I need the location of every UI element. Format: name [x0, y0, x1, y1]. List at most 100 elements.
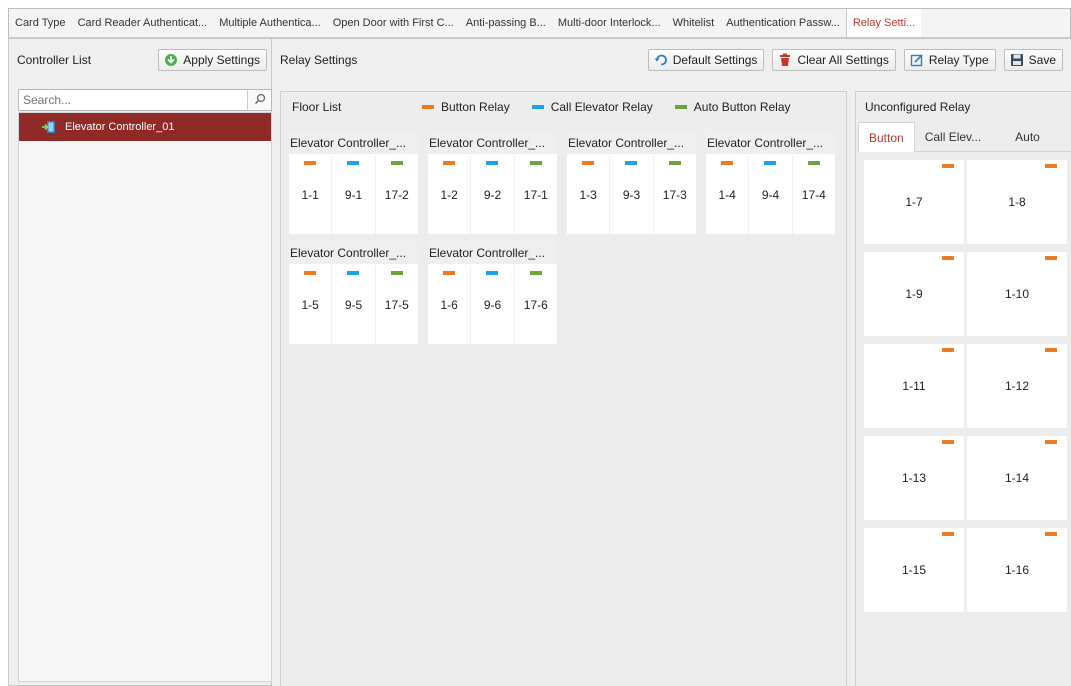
- unconfigured-relay-tile[interactable]: 1-13: [864, 436, 964, 520]
- relay-type-button[interactable]: Relay Type: [903, 49, 996, 71]
- floor-relay-cell[interactable]: 1-5: [289, 266, 333, 344]
- unconfigured-relay-tile[interactable]: 1-7: [864, 160, 964, 244]
- button-relay-marker: [942, 532, 954, 536]
- floor-card: Elevator Controller_... 1-6 9-6 17-6: [428, 242, 557, 344]
- button-relay-marker: [582, 161, 595, 165]
- unconfigured-relay-tile[interactable]: 1-10: [967, 252, 1067, 336]
- default-settings-button[interactable]: Default Settings: [647, 49, 765, 71]
- tab-call-elevator-relay[interactable]: Call Elev...: [915, 122, 991, 152]
- controller-list-header: Controller List Apply Settings: [9, 39, 271, 81]
- auto-button-relay-marker: [390, 271, 403, 275]
- floor-card-title: Elevator Controller_...: [428, 132, 557, 154]
- relay-tile-label: 1-13: [901, 471, 927, 485]
- floor-card: Elevator Controller_... 1-5 9-5 17-5: [289, 242, 418, 344]
- clear-all-settings-label: Clear All Settings: [797, 53, 889, 67]
- call-elevator-relay-marker: [347, 271, 360, 275]
- controller-item-label: Elevator Controller_01: [65, 121, 175, 133]
- floor-relay-cell[interactable]: 17-6: [515, 266, 557, 344]
- save-button[interactable]: Save: [1003, 49, 1063, 71]
- floor-relay-label: 17-5: [384, 298, 409, 312]
- relay-type-label: Relay Type: [928, 53, 989, 67]
- controller-item-elevator-01[interactable]: Elevator Controller_01: [19, 113, 271, 141]
- button-relay-marker: [721, 161, 734, 165]
- floor-relay-cell[interactable]: 9-4: [749, 156, 793, 234]
- floor-relay-cell[interactable]: 9-3: [610, 156, 654, 234]
- floor-relay-cell[interactable]: 9-2: [471, 156, 515, 234]
- unconfigured-relay-tile[interactable]: 1-16: [967, 528, 1067, 612]
- tab-card-reader-authentication[interactable]: Card Reader Authenticat...: [72, 9, 214, 37]
- tab-multi-door-interlock[interactable]: Multi-door Interlock...: [552, 9, 667, 37]
- apply-icon: [164, 53, 178, 67]
- unconfigured-relay-title: Unconfigured Relay: [865, 100, 971, 114]
- relay-settings-title: Relay Settings: [280, 53, 358, 67]
- floor-relay-cell[interactable]: 17-2: [376, 156, 418, 234]
- unconfigured-relay-tabs: Button Call Elev... Auto: [858, 122, 1071, 152]
- save-icon: [1010, 53, 1024, 67]
- relay-tile-label: 1-8: [1008, 195, 1026, 209]
- floor-relay-cell[interactable]: 1-4: [706, 156, 750, 234]
- floor-relay-cell[interactable]: 1-3: [567, 156, 611, 234]
- apply-settings-button[interactable]: Apply Settings: [158, 49, 267, 71]
- tab-whitelist[interactable]: Whitelist: [667, 9, 721, 37]
- unconfigured-relay-tile[interactable]: 1-14: [967, 436, 1067, 520]
- unconfigured-relay-panel: Unconfigured Relay Button Call Elev... A…: [855, 91, 1071, 686]
- floor-relay-label: 17-4: [801, 188, 826, 202]
- auto-button-relay-marker: [529, 161, 542, 165]
- relay-settings-panel: Relay Settings Default Settings Clear Al…: [272, 38, 1071, 686]
- floor-relay-label: 9-5: [344, 298, 363, 312]
- call-elevator-relay-marker: [347, 161, 360, 165]
- floor-relay-label: 1-3: [579, 188, 597, 202]
- floor-relay-cell[interactable]: 9-1: [332, 156, 376, 234]
- unconfigured-relay-tile[interactable]: 1-15: [864, 528, 964, 612]
- button-relay-marker: [1045, 164, 1057, 168]
- floor-relay-cell[interactable]: 1-2: [428, 156, 472, 234]
- tab-card-type[interactable]: Card Type: [9, 9, 72, 37]
- call-elevator-relay-marker: [625, 161, 638, 165]
- auto-button-relay-marker: [807, 161, 820, 165]
- floor-relay-label: 9-1: [344, 188, 363, 202]
- floor-relay-label: 17-1: [523, 188, 548, 202]
- floor-relay-cell[interactable]: 1-1: [289, 156, 333, 234]
- floor-relay-cell[interactable]: 17-3: [654, 156, 696, 234]
- legend-button-relay: Button Relay: [422, 100, 510, 114]
- floor-relay-cell[interactable]: 17-1: [515, 156, 557, 234]
- default-settings-label: Default Settings: [672, 53, 758, 67]
- floor-relay-label: 17-6: [523, 298, 548, 312]
- unconfigured-relay-tile[interactable]: 1-12: [967, 344, 1067, 428]
- floor-card-title: Elevator Controller_...: [428, 242, 557, 264]
- unconfigured-relay-tile[interactable]: 1-11: [864, 344, 964, 428]
- tab-authentication-password[interactable]: Authentication Passw...: [720, 9, 846, 37]
- tab-multiple-authentication[interactable]: Multiple Authentica...: [213, 9, 327, 37]
- auto-button-relay-marker: [390, 161, 403, 165]
- floor-relay-cell[interactable]: 9-5: [332, 266, 376, 344]
- relay-tile-label: 1-12: [1004, 379, 1030, 393]
- button-relay-marker: [942, 164, 954, 168]
- floor-relay-label: 9-3: [622, 188, 641, 202]
- floor-relay-label: 17-2: [384, 188, 409, 202]
- unconfigured-relay-tile[interactable]: 1-8: [967, 160, 1067, 244]
- tab-bar: Card Type Card Reader Authenticat... Mul…: [8, 8, 1071, 38]
- tab-auto-relay[interactable]: Auto: [991, 122, 1050, 152]
- unconfigured-relay-tile[interactable]: 1-9: [864, 252, 964, 336]
- floor-relay-cell[interactable]: 9-6: [471, 266, 515, 344]
- tab-open-door-first-card[interactable]: Open Door with First C...: [327, 9, 460, 37]
- legend-auto-button-relay: Auto Button Relay: [674, 100, 791, 114]
- clear-all-settings-button[interactable]: Clear All Settings: [772, 49, 896, 71]
- tab-button-relay[interactable]: Button: [858, 122, 915, 152]
- floor-relay-label: 1-6: [440, 298, 458, 312]
- search-box: [18, 89, 272, 111]
- floor-card: Elevator Controller_... 1-1 9-1 17-2: [289, 132, 418, 234]
- tab-relay-settings[interactable]: Relay Setti...: [845, 9, 922, 37]
- floor-relay-cell[interactable]: 1-6: [428, 266, 472, 344]
- save-label: Save: [1028, 53, 1056, 67]
- tab-anti-passing-back[interactable]: Anti-passing B...: [460, 9, 552, 37]
- button-relay-marker: [1045, 440, 1057, 444]
- button-relay-swatch: [422, 105, 434, 109]
- search-button[interactable]: [247, 90, 271, 110]
- search-input[interactable]: [19, 90, 243, 110]
- button-relay-marker: [304, 271, 317, 275]
- call-elevator-relay-swatch: [531, 105, 544, 109]
- floor-relay-cell[interactable]: 17-4: [793, 156, 835, 234]
- floor-relay-cell[interactable]: 17-5: [376, 266, 418, 344]
- legend-button-relay-label: Button Relay: [441, 100, 510, 114]
